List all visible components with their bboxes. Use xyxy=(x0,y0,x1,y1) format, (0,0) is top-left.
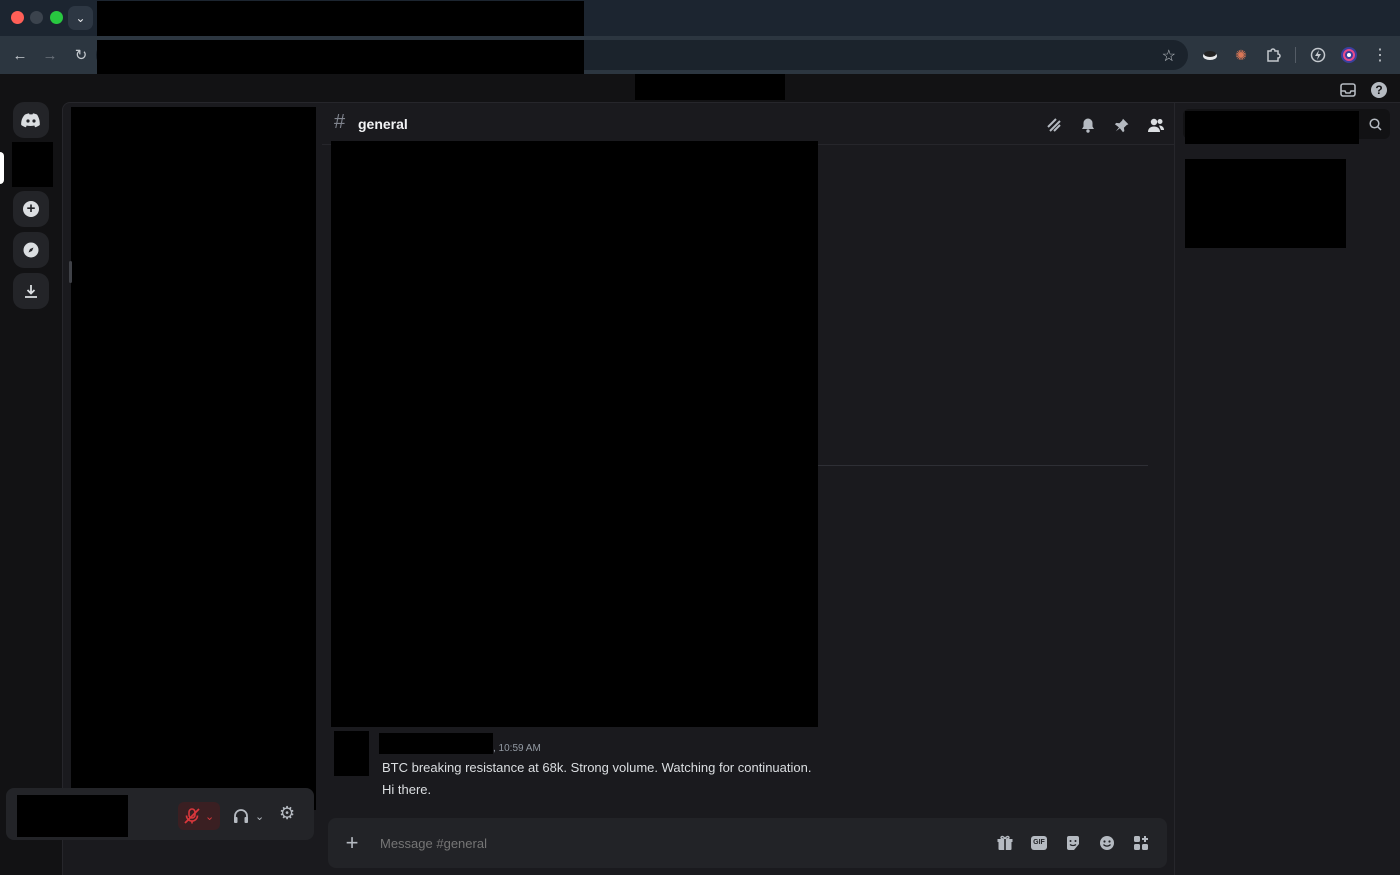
tab-search-dropdown-icon[interactable]: ⌄ xyxy=(68,6,93,30)
message-line-2: Hi there. xyxy=(382,782,432,797)
address-url xyxy=(97,40,584,74)
message-composer: + GIF xyxy=(328,818,1167,868)
server-title xyxy=(635,74,785,100)
help-glyph: ? xyxy=(1371,82,1387,98)
gif-glyph: GIF xyxy=(1031,836,1047,850)
add-server-icon[interactable]: + xyxy=(13,191,49,227)
chat-area: # general , 10:59 AM BTC breaking resist… xyxy=(322,102,1174,875)
extension-bolt-icon[interactable] xyxy=(1307,44,1329,66)
server-list: + xyxy=(0,102,62,875)
message-image-attachment[interactable] xyxy=(331,141,818,727)
mute-button[interactable]: ⌄ xyxy=(178,802,220,830)
channel-hash-icon: # xyxy=(334,111,346,133)
deafen-button[interactable]: ⌄ xyxy=(230,802,272,830)
channel-title: general xyxy=(358,116,408,132)
emoji-icon[interactable] xyxy=(1097,833,1117,853)
add-attachment-icon[interactable]: + xyxy=(342,830,362,855)
message: , 10:59 AM BTC breaking resistance at 68… xyxy=(322,730,1162,800)
bookmark-star-icon[interactable]: ☆ xyxy=(1162,46,1176,66)
extensions-puzzle-icon[interactable] xyxy=(1262,44,1284,66)
user-settings-gear-icon[interactable]: ⚙ xyxy=(279,803,295,824)
discover-compass-icon[interactable] xyxy=(13,232,49,268)
add-server-glyph: + xyxy=(23,201,39,217)
member-list xyxy=(1185,159,1346,248)
member-list-panel xyxy=(1174,102,1400,875)
browser-menu-icon[interactable]: ⋮ xyxy=(1369,44,1391,66)
apps-icon[interactable] xyxy=(1131,833,1151,853)
user-panel: ⌄ ⌄ ⚙ xyxy=(6,788,314,840)
forward-icon[interactable]: → xyxy=(38,44,62,66)
extension-dome-icon[interactable] xyxy=(1199,44,1221,66)
deafen-options-caret-icon[interactable]: ⌄ xyxy=(255,810,264,823)
help-icon[interactable]: ? xyxy=(1369,80,1389,100)
channel-list xyxy=(71,107,316,810)
sticker-icon[interactable] xyxy=(1063,833,1083,853)
browser-toolbar: ← → ↻ ☆ ✺ ⋮ xyxy=(0,36,1400,74)
search-input[interactable] xyxy=(1185,111,1359,144)
channel-header: # general xyxy=(322,103,1174,145)
maximize-window-button[interactable] xyxy=(50,11,63,24)
mute-options-caret-icon[interactable]: ⌄ xyxy=(205,810,214,823)
message-timestamp: , 10:59 AM xyxy=(493,743,541,754)
sidebar-resize-handle[interactable] xyxy=(69,261,72,283)
search-icon[interactable] xyxy=(1369,118,1382,131)
search-bar[interactable] xyxy=(1183,109,1390,144)
microphone-muted-icon xyxy=(184,808,200,824)
new-messages-divider xyxy=(818,465,1148,466)
extension-claude-icon[interactable]: ✺ xyxy=(1230,44,1252,66)
discord-home-icon[interactable] xyxy=(13,102,49,138)
gift-icon[interactable] xyxy=(995,833,1015,853)
close-window-button[interactable] xyxy=(11,11,24,24)
inbox-icon[interactable] xyxy=(1338,80,1358,100)
gif-icon[interactable]: GIF xyxy=(1029,833,1049,853)
server-icon[interactable] xyxy=(12,142,53,187)
headset-icon xyxy=(234,809,248,823)
message-author[interactable] xyxy=(379,733,493,754)
notification-bell-icon[interactable] xyxy=(1077,114,1099,136)
back-icon[interactable]: ← xyxy=(8,44,32,66)
selected-server-indicator xyxy=(0,152,4,184)
avatar[interactable] xyxy=(334,731,369,776)
message-input[interactable] xyxy=(380,832,920,854)
browser-tab[interactable] xyxy=(97,1,584,36)
threads-icon[interactable] xyxy=(1043,114,1065,136)
pinned-messages-icon[interactable] xyxy=(1111,114,1133,136)
reload-icon[interactable]: ↻ xyxy=(69,44,93,66)
download-apps-icon[interactable] xyxy=(13,273,49,309)
browser-titlebar: ⌄ xyxy=(0,0,1400,36)
profile-avatar-icon[interactable] xyxy=(1338,44,1360,66)
minimize-window-button[interactable] xyxy=(30,11,43,24)
toolbar-divider xyxy=(1295,47,1296,63)
user-info[interactable] xyxy=(17,795,128,837)
message-line-1: BTC breaking resistance at 68k. Strong v… xyxy=(382,760,812,775)
discord-app: ? + ⌄ ⌄ ⚙ # general , 10:59 AM BTC break… xyxy=(0,74,1400,875)
member-list-icon[interactable] xyxy=(1145,114,1167,136)
address-bar[interactable]: ☆ xyxy=(96,40,1188,74)
channel-sidebar xyxy=(62,102,322,875)
